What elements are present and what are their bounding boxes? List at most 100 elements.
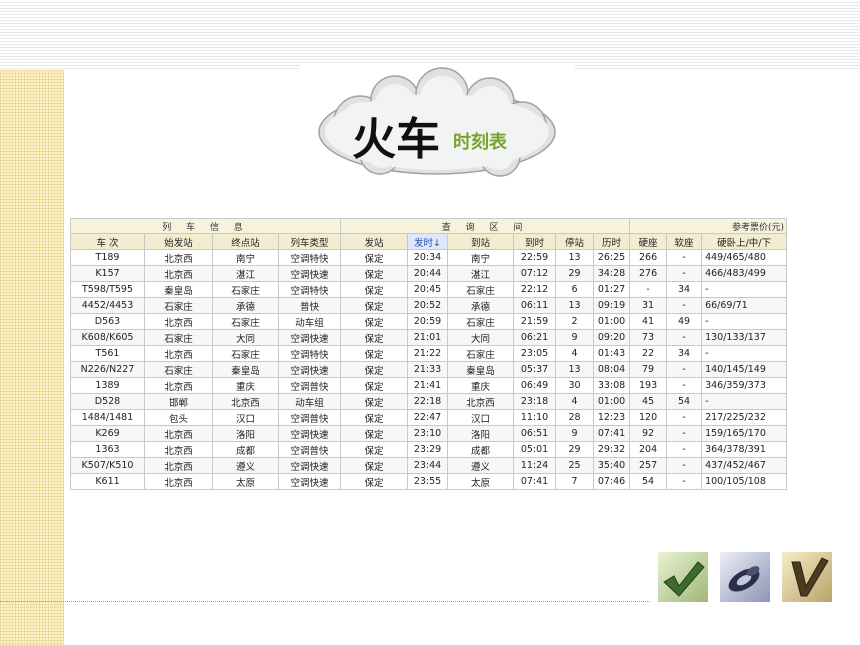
col-header-duration[interactable]: 历时 — [593, 233, 631, 250]
train-timetable: 列 车 信 息 查 询 区 间 参考票价(元) 车 次 始发站 终点站 列车类型… — [69, 218, 788, 490]
table-row[interactable]: T189 北京西 南宁 空调特快 保定 20:34 南宁 22:59 13 26:25 266-44… — [70, 249, 788, 266]
cell-train-type: 动车组 — [277, 393, 342, 410]
cell-arrive-time: 07:12 — [513, 265, 557, 282]
cell-duration: 34:28 — [593, 265, 631, 282]
cell-depart-time: 22:18 — [407, 393, 449, 410]
cell-hard-seat: 193 — [629, 377, 668, 394]
bronze-checkmark-icon — [782, 552, 832, 602]
cell-arrive-time: 07:41 — [513, 473, 557, 490]
cell-arrive-time: 23:18 — [513, 393, 557, 410]
cell-soft-seat: - — [666, 329, 703, 346]
cell-train-type: 空调快速 — [277, 457, 342, 474]
left-texture-band — [0, 70, 64, 645]
cell-terminus: 石家庄 — [212, 313, 279, 330]
cell-terminus: 湛江 — [212, 265, 279, 282]
cell-stops: 13 — [555, 249, 595, 266]
table-row[interactable]: N226/N227 石家庄 秦皇岛 空调快速 保定 21:33 秦皇岛 05:37 13 08:0… — [70, 361, 788, 378]
cell-train-type: 普快 — [277, 297, 342, 314]
cell-duration: 09:20 — [593, 329, 631, 346]
cell-duration: 12:23 — [593, 409, 631, 426]
col-header-hard-sleeper[interactable]: 硬卧上/中/下 — [701, 233, 788, 250]
table-row[interactable]: D528 邯郸 北京西 动车组 保定 22:18 北京西 23:18 4 01:00 45 54- — [70, 393, 788, 410]
cell-hard-seat: 41 — [629, 313, 668, 330]
timetable-body: T189 北京西 南宁 空调特快 保定 20:34 南宁 22:59 13 26:25 266-44… — [70, 249, 788, 490]
col-header-depart-time[interactable]: 发时↓ — [407, 233, 449, 250]
cell-arrive-station: 石家庄 — [447, 313, 515, 330]
cell-hard-seat: 73 — [629, 329, 668, 346]
footer-dotted-line — [0, 601, 650, 602]
cell-duration: 01:00 — [593, 313, 631, 330]
cell-train-no: 4452/4453 — [70, 297, 145, 314]
cell-arrive-time: 11:24 — [513, 457, 557, 474]
cell-hard-sleeper: 140/145/149 — [701, 361, 788, 378]
cell-hard-sleeper: 66/69/71 — [701, 297, 788, 314]
cell-train-no: T189 — [70, 249, 145, 266]
cell-train-no: D563 — [70, 313, 145, 330]
table-row[interactable]: T561 北京西 石家庄 空调特快 保定 21:22 石家庄 23:05 4 01:43 22 34- — [70, 345, 788, 362]
cell-terminus: 汉口 — [212, 409, 279, 426]
col-header-depart-station[interactable]: 发站 — [340, 233, 409, 250]
cell-terminus: 北京西 — [212, 393, 279, 410]
cell-soft-seat: - — [666, 361, 703, 378]
table-row[interactable]: T598/T595 秦皇岛 石家庄 空调特快 保定 20:45 石家庄 22:12 6 01:27… — [70, 281, 788, 298]
cell-arrive-station: 南宁 — [447, 249, 515, 266]
cell-origin: 北京西 — [144, 473, 213, 490]
cell-duration: 08:04 — [593, 361, 631, 378]
col-header-train-type[interactable]: 列车类型 — [277, 233, 342, 250]
table-row[interactable]: K157 北京西 湛江 空调快速 保定 20:44 湛江 07:12 29 34:28 276-46… — [70, 265, 788, 282]
table-row[interactable]: 4452/4453 石家庄 承德 普快 保定 20:52 承德 06:11 13 09:19 31-… — [70, 297, 788, 314]
group-reference-fare: 参考票价(元) — [629, 218, 788, 234]
cell-hard-sleeper: 159/165/170 — [701, 425, 788, 442]
cell-soft-seat: 34 — [666, 281, 703, 298]
cell-hard-sleeper: 100/105/108 — [701, 473, 788, 490]
cell-depart-time: 21:01 — [407, 329, 449, 346]
table-row[interactable]: K507/K510 北京西 遵义 空调快速 保定 23:44 遵义 11:24 25 35:40 2… — [70, 457, 788, 474]
cell-arrive-time: 06:51 — [513, 425, 557, 442]
cell-duration: 07:41 — [593, 425, 631, 442]
chrome-disc-icon — [720, 552, 770, 602]
cell-arrive-time: 21:59 — [513, 313, 557, 330]
col-header-hard-seat[interactable]: 硬座 — [629, 233, 668, 250]
cell-depart-time: 21:33 — [407, 361, 449, 378]
cell-train-no: 1484/1481 — [70, 409, 145, 426]
col-header-terminus[interactable]: 终点站 — [212, 233, 279, 250]
table-row[interactable]: K269 北京西 洛阳 空调快速 保定 23:10 洛阳 06:51 9 07:41 92-159/… — [70, 425, 788, 442]
table-row[interactable]: D563 北京西 石家庄 动车组 保定 20:59 石家庄 21:59 2 01:00 41 49- — [70, 313, 788, 330]
col-header-train-no[interactable]: 车 次 — [70, 233, 145, 250]
cell-stops: 9 — [555, 425, 595, 442]
cell-duration: 01:27 — [593, 281, 631, 298]
cell-arrive-station: 重庆 — [447, 377, 515, 394]
cell-origin: 北京西 — [144, 441, 213, 458]
cell-soft-seat: - — [666, 473, 703, 490]
cell-soft-seat: - — [666, 265, 703, 282]
col-header-origin[interactable]: 始发站 — [144, 233, 213, 250]
cell-depart-station: 保定 — [340, 329, 409, 346]
cell-stops: 29 — [555, 441, 595, 458]
cell-train-no: T561 — [70, 345, 145, 362]
col-header-arrive-time[interactable]: 到时 — [513, 233, 557, 250]
cell-arrive-time: 06:49 — [513, 377, 557, 394]
top-stripe-band — [0, 0, 860, 70]
cell-origin: 北京西 — [144, 313, 213, 330]
col-header-arrive-station[interactable]: 到站 — [447, 233, 515, 250]
cell-depart-station: 保定 — [340, 249, 409, 266]
cell-origin: 北京西 — [144, 249, 213, 266]
table-row[interactable]: 1484/1481 包头 汉口 空调普快 保定 22:47 汉口 11:10 28 12:23 12… — [70, 409, 788, 426]
cell-stops: 6 — [555, 281, 595, 298]
cell-depart-time: 20:45 — [407, 281, 449, 298]
cell-hard-seat: 54 — [629, 473, 668, 490]
table-row[interactable]: K611 北京西 太原 空调快速 保定 23:55 太原 07:41 7 07:46 54-100/… — [70, 473, 788, 490]
cell-arrive-station: 承德 — [447, 297, 515, 314]
table-row[interactable]: 1389 北京西 重庆 空调普快 保定 21:41 重庆 06:49 30 33:08 193-34… — [70, 377, 788, 394]
table-row[interactable]: K608/K605 石家庄 大同 空调快速 保定 21:01 大同 06:21 9 09:20 73… — [70, 329, 788, 346]
col-header-stops[interactable]: 停站 — [555, 233, 595, 250]
col-header-soft-seat[interactable]: 软座 — [666, 233, 703, 250]
cell-terminus: 石家庄 — [212, 281, 279, 298]
cell-train-no: K608/K605 — [70, 329, 145, 346]
table-row[interactable]: 1363 北京西 成都 空调普快 保定 23:29 成都 05:01 29 29:32 204-36… — [70, 441, 788, 458]
cell-origin: 北京西 — [144, 457, 213, 474]
cell-hard-sleeper: - — [701, 345, 788, 362]
cell-origin: 秦皇岛 — [144, 281, 213, 298]
cell-arrive-station: 洛阳 — [447, 425, 515, 442]
cell-arrive-station: 湛江 — [447, 265, 515, 282]
